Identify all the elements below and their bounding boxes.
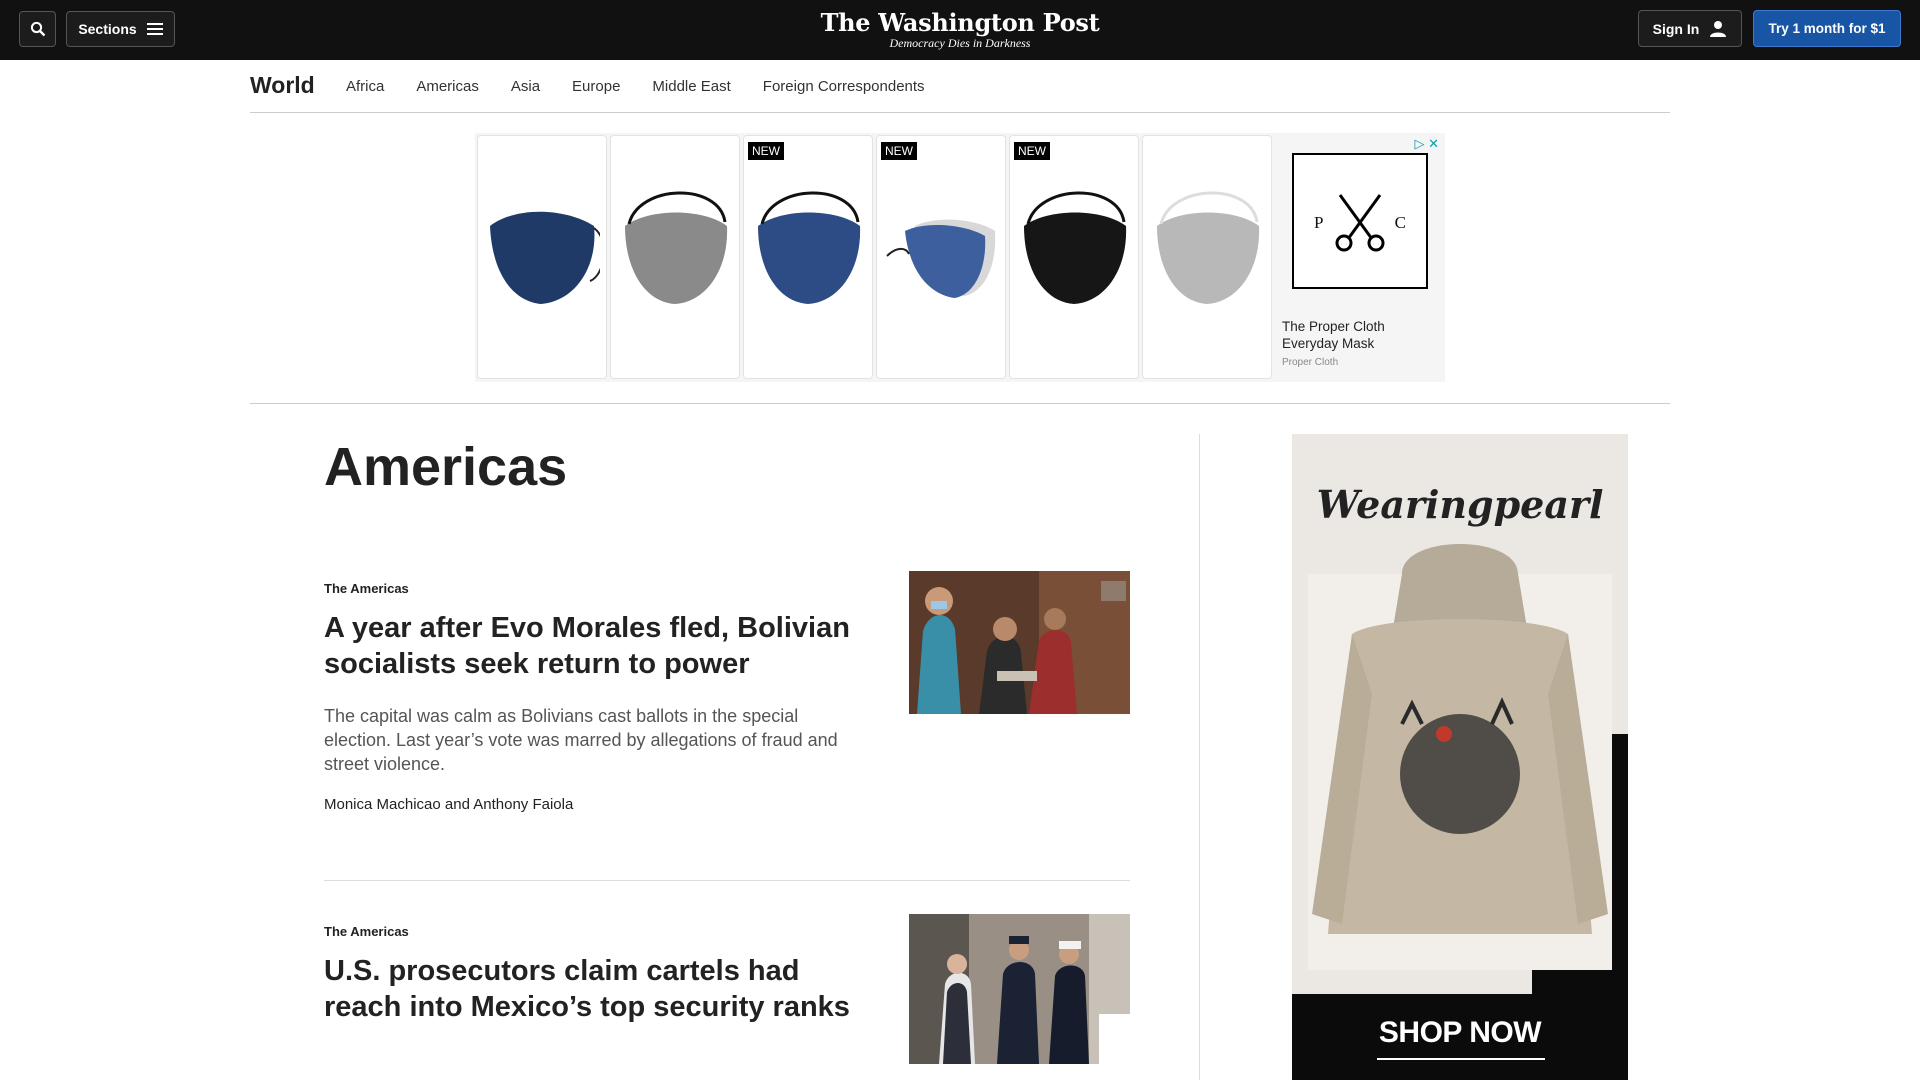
product-tile[interactable]: NEW <box>1009 135 1139 379</box>
sign-in-button[interactable]: Sign In <box>1638 10 1742 47</box>
section-nav: World Africa Americas Asia Europe Middle… <box>250 60 1670 113</box>
product-tile[interactable]: NEW <box>876 135 1006 379</box>
nav-link-europe[interactable]: Europe <box>572 78 620 95</box>
product-tile[interactable] <box>610 135 740 379</box>
proper-cloth-logo: P C <box>1292 153 1428 289</box>
hoodie-image <box>1292 434 1628 1080</box>
product-tile[interactable] <box>477 135 607 379</box>
sections-label: Sections <box>78 21 137 37</box>
story-headline[interactable]: U.S. prosecutors claim cartels had reach… <box>324 953 854 1025</box>
nav-link-foreign-correspondents[interactable]: Foreign Correspondents <box>763 78 925 95</box>
banner-ad[interactable]: NEW NEW NEW ▷ ✕ P C The Proper Cloth Eve… <box>475 133 1445 382</box>
menu-icon <box>146 23 163 35</box>
ad-title[interactable]: The Proper Cloth Everyday Mask <box>1282 318 1422 352</box>
cta-underline <box>1377 1058 1545 1060</box>
column-divider <box>1199 434 1200 1080</box>
masthead[interactable]: The Washington Post Democracy Dies in Da… <box>760 6 1160 51</box>
logo-letter-right: C <box>1394 213 1406 232</box>
nav-link-middle-east[interactable]: Middle East <box>652 78 730 95</box>
product-tile[interactable]: NEW <box>743 135 873 379</box>
mask-image <box>758 191 861 304</box>
mask-image <box>1024 191 1127 304</box>
subscribe-label: Try 1 month for $1 <box>1768 21 1886 36</box>
search-icon <box>30 21 45 37</box>
shop-now-button[interactable]: SHOP NOW <box>1292 1016 1628 1050</box>
story-photo[interactable] <box>909 914 1130 1064</box>
mask-image <box>886 219 996 298</box>
scissors-icon <box>1335 194 1385 252</box>
ad-brand-name: Wearingpearl <box>1316 482 1604 527</box>
subscribe-button[interactable]: Try 1 month for $1 <box>1753 10 1901 47</box>
mask-image <box>1157 191 1260 304</box>
divider <box>250 403 1670 404</box>
new-badge: NEW <box>748 142 784 160</box>
page-title: Americas <box>324 437 568 497</box>
mask-image <box>625 191 728 304</box>
site-logo: The Washington Post <box>820 8 1100 37</box>
new-badge: NEW <box>881 142 917 160</box>
nav-link-asia[interactable]: Asia <box>511 78 540 95</box>
search-button[interactable] <box>19 11 56 47</box>
section-title-world[interactable]: World <box>250 72 315 99</box>
story-divider <box>324 880 1130 881</box>
story-headline[interactable]: A year after Evo Morales fled, Bolivian … <box>324 610 854 682</box>
sections-button[interactable]: Sections <box>66 11 175 47</box>
top-bar: Sections The Washington Post Democracy D… <box>0 0 1920 60</box>
ad-brand: Proper Cloth <box>1282 357 1339 368</box>
nav-link-americas[interactable]: Americas <box>416 78 479 95</box>
user-icon <box>1710 20 1727 37</box>
sign-in-label: Sign In <box>1652 20 1700 37</box>
story-card: The Americas U.S. prosecutors claim cart… <box>324 914 1130 1064</box>
story-photo[interactable] <box>909 571 1130 714</box>
story-blurb: The capital was calm as Bolivians cast b… <box>324 706 838 774</box>
story-card: The Americas A year after Evo Morales fl… <box>324 571 1130 813</box>
mask-image <box>490 211 600 304</box>
section-links: Africa Americas Asia Europe Middle East … <box>346 78 925 95</box>
sidebar-ad[interactable]: ▷✕ Wearingpearl SHOP NOW <box>1292 434 1628 1080</box>
ad-info-panel[interactable]: ▷ ✕ P C The Proper Cloth Everyday Mask P… <box>1278 133 1445 382</box>
product-tile[interactable] <box>1142 135 1272 379</box>
logo-letter-left: P <box>1314 213 1324 232</box>
story-byline[interactable]: Monica Machicao and Anthony Faiola <box>324 796 1130 813</box>
ad-choices-icon[interactable]: ▷ ✕ <box>1414 136 1439 152</box>
new-badge: NEW <box>1014 142 1050 160</box>
nav-link-africa[interactable]: Africa <box>346 78 384 95</box>
